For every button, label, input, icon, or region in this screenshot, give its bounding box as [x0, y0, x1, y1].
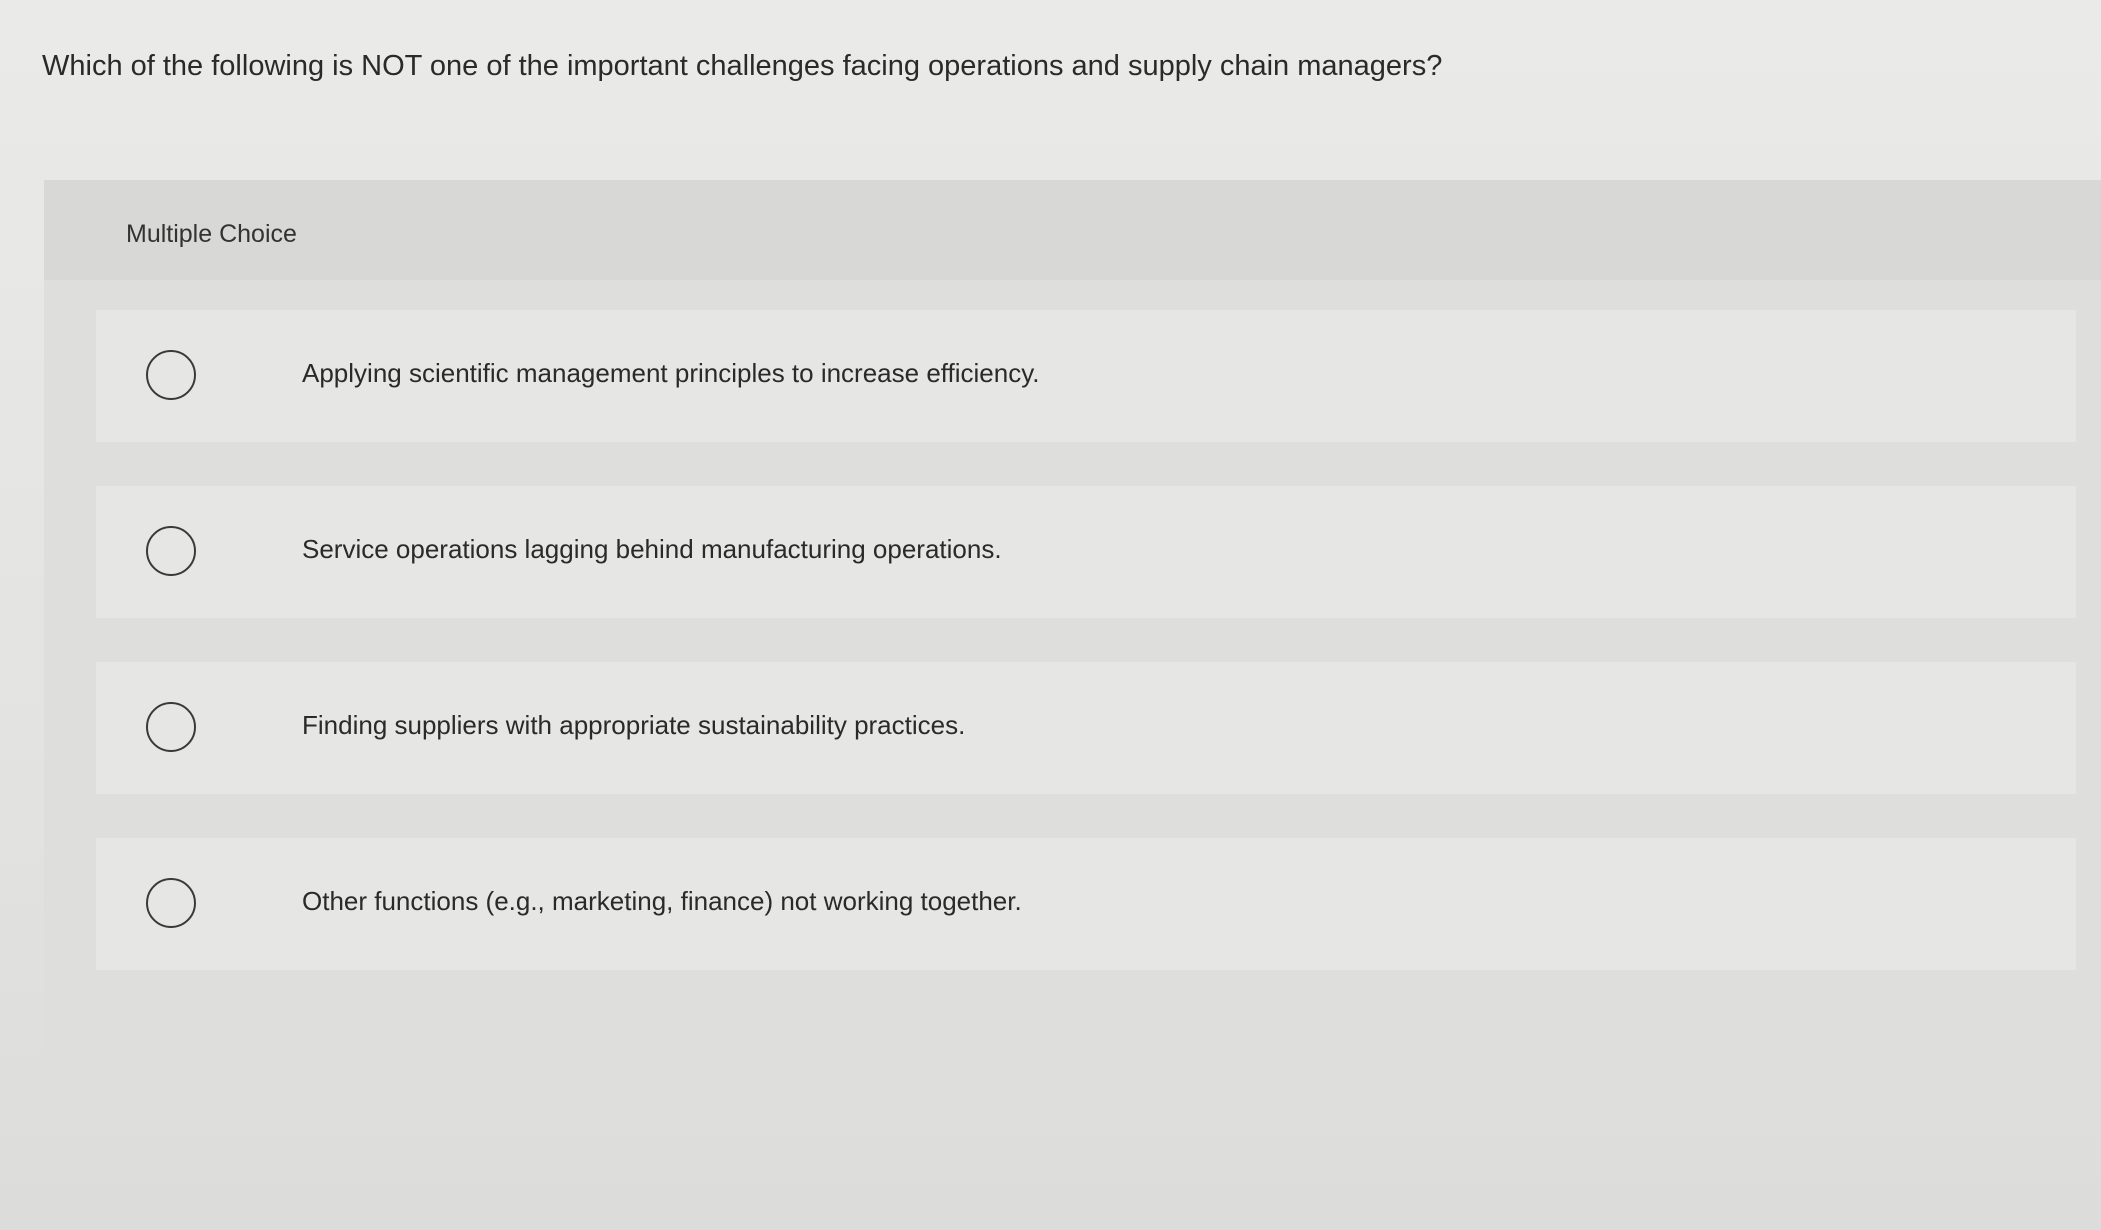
multiple-choice-label: Multiple Choice: [126, 220, 297, 248]
radio-button-icon[interactable]: [146, 878, 196, 928]
option-4[interactable]: Other functions (e.g., marketing, financ…: [96, 838, 2076, 970]
option-2[interactable]: Service operations lagging behind manufa…: [96, 486, 2076, 618]
options-list: Applying scientific management principle…: [96, 310, 2076, 1014]
option-1-text[interactable]: Applying scientific management principle…: [302, 358, 1040, 389]
multiple-choice-header: Multiple Choice: [44, 180, 2101, 280]
option-3[interactable]: Finding suppliers with appropriate susta…: [96, 662, 2076, 794]
radio-button-icon[interactable]: [146, 702, 196, 752]
radio-button-icon[interactable]: [146, 526, 196, 576]
multiple-choice-panel: Multiple Choice Applying scientific mana…: [44, 180, 2101, 1110]
option-4-text[interactable]: Other functions (e.g., marketing, financ…: [302, 886, 1022, 917]
option-1[interactable]: Applying scientific management principle…: [96, 310, 2076, 442]
option-2-text[interactable]: Service operations lagging behind manufa…: [302, 534, 1002, 565]
radio-button-icon[interactable]: [146, 350, 196, 400]
option-3-text[interactable]: Finding suppliers with appropriate susta…: [302, 710, 965, 741]
question-text: Which of the following is NOT one of the…: [42, 50, 1443, 82]
